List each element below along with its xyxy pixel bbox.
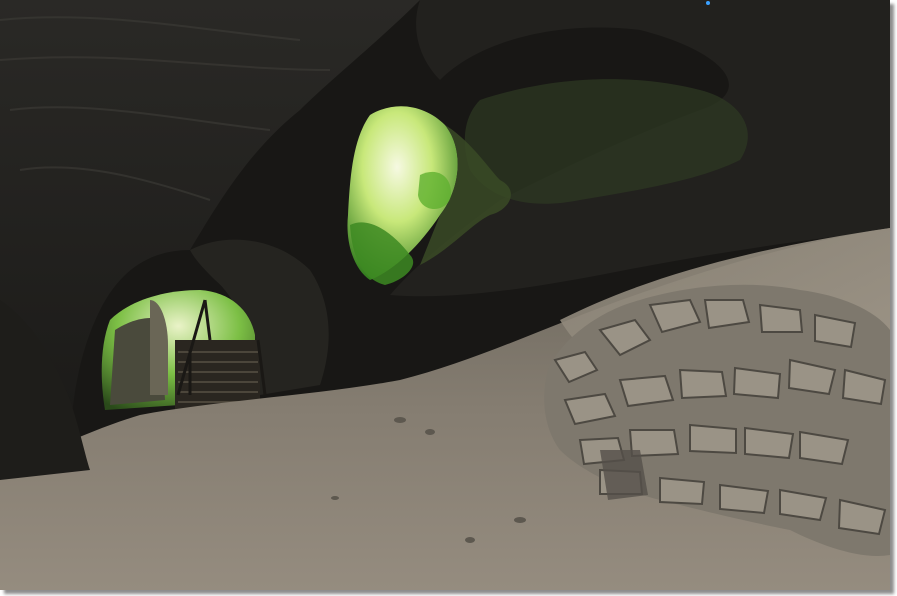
cave-photograph [0,0,890,590]
blue-dot-marker [706,1,710,5]
cave-scene [0,0,890,590]
photo-frame [0,0,897,596]
